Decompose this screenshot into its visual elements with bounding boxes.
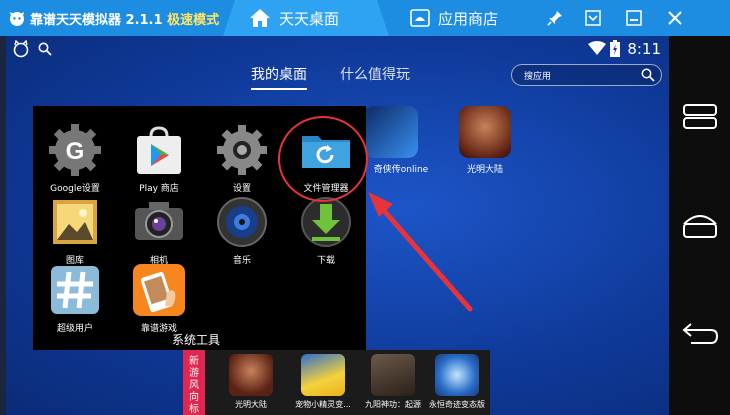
close-icon[interactable] [665,8,685,28]
emulator-screen[interactable]: 8:11 我的桌面 什么值得玩 搜应用 奇侠传online 光明大陆 G Goo… [6,36,669,415]
app-logo-icon [10,12,24,26]
strip-game-jiuyang[interactable]: 九阳神功：起源 [359,354,427,410]
tab-desktop-label: 天天桌面 [279,9,340,28]
strip-game-label: 光明大陆 [235,400,267,409]
menu-icon[interactable] [681,103,719,131]
app-mode-label: 极速模式 [167,13,220,28]
jiuyang-game-icon [371,354,415,396]
new-games-tag-text: 新游风向标 [189,356,199,415]
strip-game-yongheng[interactable]: 永恒奇迹变态版 [423,354,491,410]
new-games-strip: 新游风向标 光明大陆 宠物小精灵变... 九阳神功：起源 永恒奇迹变态版 [183,350,490,415]
app-title: 靠谱天天模拟器 2.1.1 极速模式 [30,9,219,28]
app-title-text: 靠谱天天模拟器 2.1.1 [30,13,163,28]
strip-game-guangming[interactable]: 光明大陆 [217,354,285,410]
back-icon[interactable] [681,321,719,349]
android-icon [410,9,430,27]
home-nav-icon[interactable] [681,212,719,240]
tab-app-store[interactable]: 应用商店 [392,0,542,36]
home-icon [250,9,270,27]
tab-desktop[interactable]: 天天桌面 [223,0,389,36]
emulator-nav-bar [669,36,730,415]
title-bar: 靠谱天天模拟器 2.1.1 极速模式 天天桌面 应用商店 [0,0,730,36]
yongheng-game-icon [435,354,479,396]
strip-game-label: 永恒奇迹变态版 [429,400,485,409]
strip-game-label: 九阳神功：起源 [365,400,421,409]
dropdown-icon[interactable] [583,8,603,28]
pin-icon[interactable] [545,8,565,28]
tab-app-store-label: 应用商店 [438,9,499,28]
minimize-icon[interactable] [624,8,644,28]
strip-game-pokemon[interactable]: 宠物小精灵变... [289,354,357,410]
strip-game-label: 宠物小精灵变... [295,400,351,409]
pokemon-game-icon [301,354,345,396]
guangming-game-icon [229,354,273,396]
new-games-tag: 新游风向标 [183,350,205,415]
